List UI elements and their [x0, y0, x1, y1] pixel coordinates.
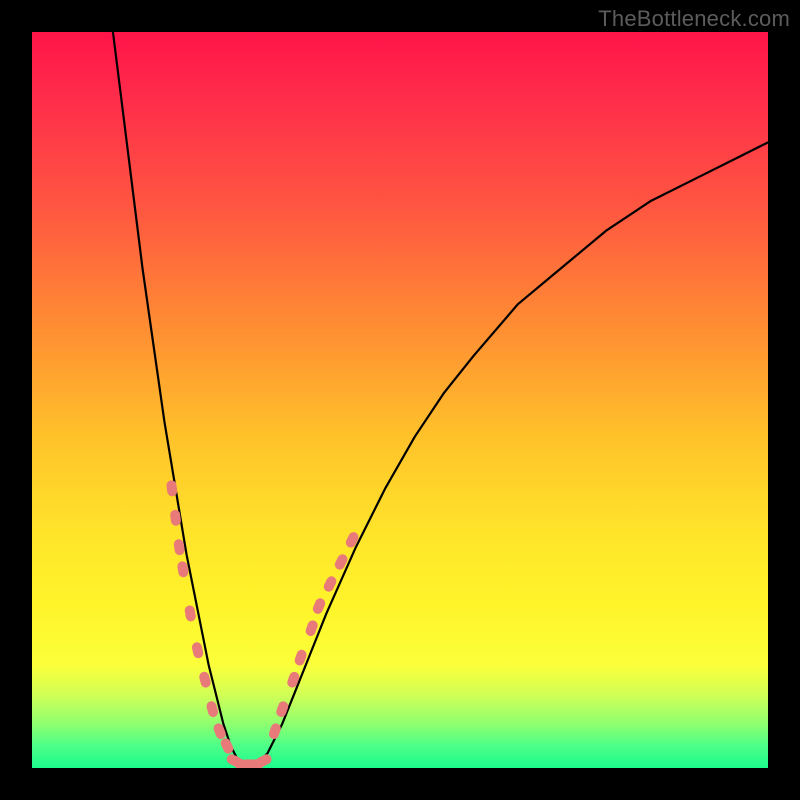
watermark-text: TheBottleneck.com — [598, 6, 790, 32]
chart-gradient-background — [32, 32, 768, 768]
chart-frame: TheBottleneck.com — [0, 0, 800, 800]
